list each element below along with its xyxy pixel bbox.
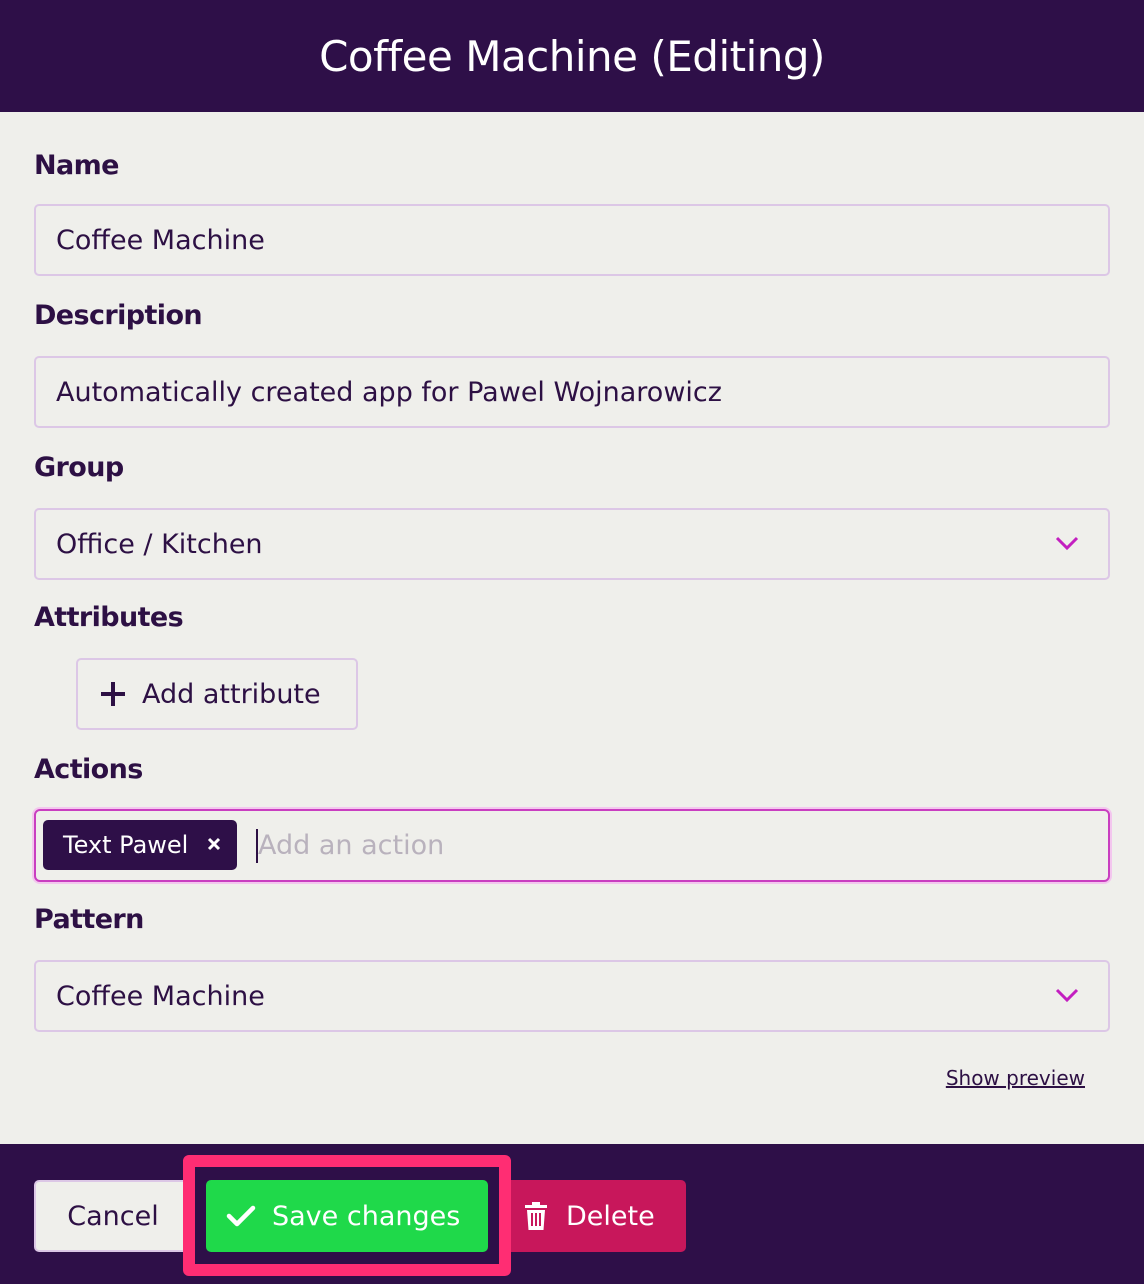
page-header: Coffee Machine (Editing) xyxy=(0,0,1144,112)
save-label: Save changes xyxy=(272,1200,461,1232)
name-field[interactable] xyxy=(34,204,1110,276)
actions-tag-input[interactable]: Text Pawel xyxy=(34,809,1110,882)
action-tag-label: Text Pawel xyxy=(63,831,189,859)
chevron-down-icon[interactable] xyxy=(1054,986,1080,1004)
description-label: Description xyxy=(34,300,203,331)
pattern-label: Pattern xyxy=(34,904,144,935)
pattern-selected-value: Coffee Machine xyxy=(56,980,265,1012)
chevron-down-icon[interactable] xyxy=(1054,534,1080,552)
delete-button[interactable]: Delete xyxy=(500,1180,686,1252)
action-tag: Text Pawel xyxy=(43,820,237,870)
group-label: Group xyxy=(34,452,124,483)
group-select[interactable]: Office / Kitchen xyxy=(34,508,1110,580)
remove-tag-icon[interactable] xyxy=(207,837,221,851)
pattern-select[interactable]: Coffee Machine xyxy=(34,960,1110,1032)
page-title: Coffee Machine (Editing) xyxy=(319,31,825,81)
delete-label: Delete xyxy=(566,1200,655,1232)
description-input[interactable] xyxy=(56,376,1108,408)
cancel-button[interactable]: Cancel xyxy=(34,1180,192,1252)
trash-icon xyxy=(525,1202,547,1230)
actions-label: Actions xyxy=(34,754,143,785)
group-selected-value: Office / Kitchen xyxy=(56,528,263,560)
add-attribute-label: Add attribute xyxy=(142,678,321,710)
name-label: Name xyxy=(34,150,119,181)
description-field[interactable] xyxy=(34,356,1110,428)
plus-icon xyxy=(101,682,125,706)
name-input[interactable] xyxy=(56,224,1108,256)
cancel-label: Cancel xyxy=(67,1200,159,1232)
save-button[interactable]: Save changes xyxy=(206,1180,488,1252)
show-preview-link[interactable]: Show preview xyxy=(946,1066,1085,1090)
check-icon xyxy=(226,1205,256,1227)
add-action-input[interactable] xyxy=(258,823,1078,867)
add-attribute-button[interactable]: Add attribute xyxy=(76,658,358,730)
attributes-label: Attributes xyxy=(34,602,184,633)
